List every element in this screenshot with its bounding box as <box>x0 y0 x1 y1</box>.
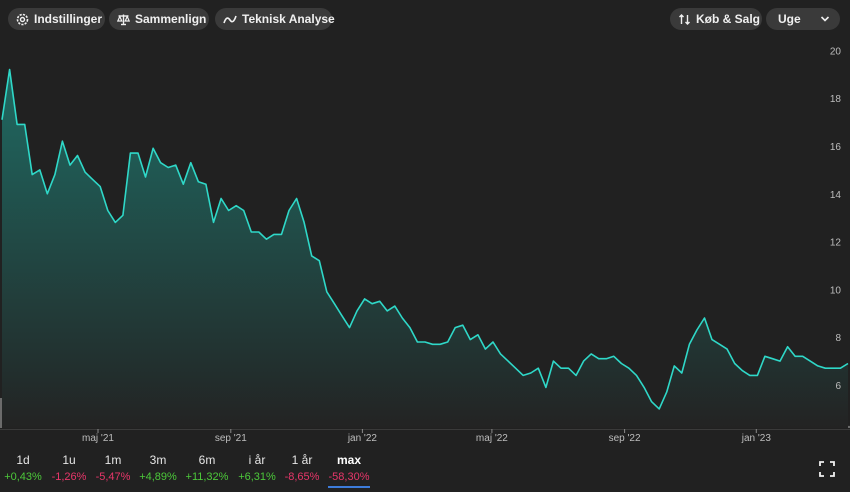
price-area <box>2 69 848 428</box>
chevron-down-icon <box>820 16 830 22</box>
up-down-arrows-icon <box>679 13 690 25</box>
x-tick-label: sep '22 <box>609 433 641 444</box>
y-tick-label: 6 <box>835 381 841 392</box>
x-axis: maj '21 sep '21 jan '22 maj '22 sep '22 jan '… <box>82 429 771 444</box>
period-max[interactable]: max -58,30% <box>326 450 372 488</box>
period-selector: 1d +0,43% 1u -1,26% 1m -5,47% 3m +4,89% 6m +11,32… <box>0 450 850 492</box>
technical-analysis-label: Teknisk Analyse <box>242 12 335 26</box>
gear-icon <box>16 13 29 25</box>
toolbar: Indstillinger Sammenlign Teknisk Analyse… <box>8 8 840 30</box>
period-change: +6,31% <box>238 471 276 483</box>
interval-label: Uge <box>778 12 801 26</box>
period-change: +4,89% <box>139 471 177 483</box>
y-tick-label: 16 <box>830 142 842 153</box>
technical-analysis-button[interactable]: Teknisk Analyse <box>215 8 335 30</box>
buy-sell-label: Køb & Salg <box>696 12 761 26</box>
period-label: 6m <box>198 453 216 467</box>
y-tick-label: 18 <box>830 94 842 105</box>
period-1m[interactable]: 1m -5,47% <box>90 450 136 483</box>
y-tick-label: 20 <box>830 46 842 57</box>
settings-button[interactable]: Indstillinger <box>8 8 105 30</box>
x-tick-label: sep '21 <box>215 433 247 444</box>
period-label: max <box>336 453 362 467</box>
x-tick-label: maj '22 <box>476 433 508 444</box>
y-axis: 6 8 10 12 14 16 18 20 <box>830 46 842 392</box>
y-tick-label: 10 <box>830 285 842 296</box>
y-tick-label: 14 <box>830 190 842 201</box>
price-chart[interactable]: 68101214161820 maj '21 sep '21 jan '22 maj … <box>0 36 850 448</box>
period-change: +11,32% <box>185 471 229 483</box>
settings-label: Indstillinger <box>34 12 103 26</box>
period-change: -5,47% <box>95 471 131 483</box>
period-6m[interactable]: 6m +11,32% <box>184 450 230 483</box>
y-tick-label: 12 <box>830 238 842 249</box>
buy-sell-button[interactable]: Køb & Salg <box>670 8 762 30</box>
fullscreen-icon[interactable] <box>818 460 836 478</box>
period-1u[interactable]: 1u -1,26% <box>46 450 92 483</box>
trend-line-icon <box>223 15 237 23</box>
period-label: 1 år <box>291 453 313 467</box>
interval-select[interactable]: Uge <box>766 8 840 30</box>
period-change: -8,65% <box>284 471 320 483</box>
period-i-år[interactable]: i år +6,31% <box>234 450 280 483</box>
period-label: 3m <box>149 453 167 467</box>
period-change: -58,30% <box>328 471 370 483</box>
scale-icon <box>117 14 130 25</box>
y-tick-label: 8 <box>835 333 841 344</box>
period-label: 1d <box>16 453 30 467</box>
period-label: 1u <box>62 453 76 467</box>
period-1d[interactable]: 1d +0,43% <box>0 450 46 483</box>
period-label: 1m <box>104 453 122 467</box>
period-3m[interactable]: 3m +4,89% <box>135 450 181 483</box>
x-tick-label: jan '23 <box>741 433 772 444</box>
x-tick-label: jan '22 <box>347 433 378 444</box>
active-period-underline <box>328 486 370 488</box>
period-label: i år <box>248 453 266 467</box>
period-1-år[interactable]: 1 år -8,65% <box>279 450 325 483</box>
period-change: -1,26% <box>51 471 87 483</box>
period-change: +0,43% <box>4 471 42 483</box>
compare-label: Sammenlign <box>135 12 207 26</box>
compare-button[interactable]: Sammenlign <box>109 8 209 30</box>
x-tick-label: maj '21 <box>82 433 114 444</box>
